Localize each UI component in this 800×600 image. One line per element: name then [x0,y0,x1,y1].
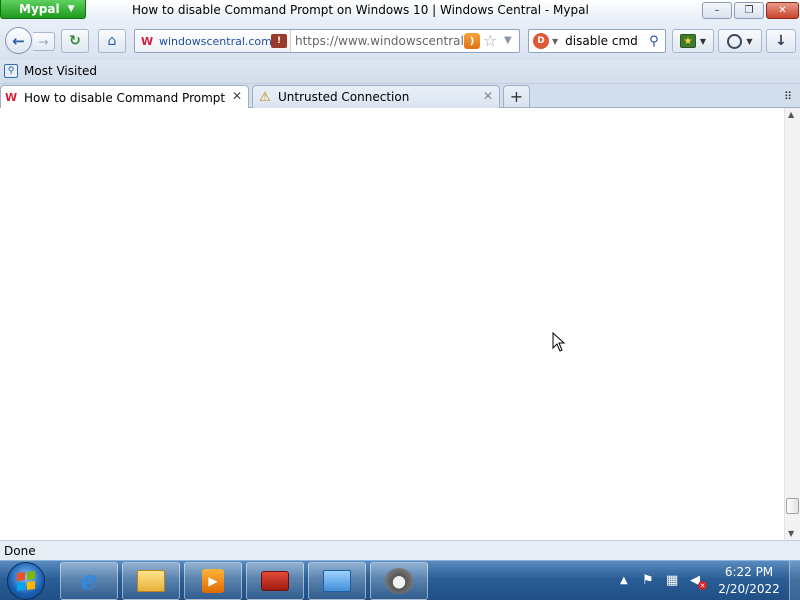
navigation-toolbar: ← → ↻ ⌂ W windowscentral.com ! ) ☆ ▼ D ▼… [0,22,800,60]
windows-logo-icon [17,571,35,591]
downloads-button[interactable]: ↓ [766,29,796,53]
most-visited-icon: ⚲ [4,64,18,78]
bookmarks-toolbar: ⚲ Most Visited [0,60,800,84]
chevron-down-icon: ▼ [746,36,753,46]
folder-icon [137,570,165,592]
site-identity-label: windowscentral.com [159,34,272,48]
search-bar[interactable]: D ▼ ⚲ [528,29,666,53]
arrow-right-icon: → [38,34,49,49]
most-visited-label: Most Visited [24,64,98,78]
close-icon[interactable]: ✕ [483,89,493,103]
action-center-flag-icon[interactable]: ⚑ [642,573,654,588]
toolbox-icon [261,571,289,591]
chevron-down-icon: ▼ [67,4,75,14]
vertical-scrollbar[interactable]: ▲ ▼ [784,108,800,540]
tab-untrusted-connection[interactable]: ⚠ Untrusted Connection ✕ [252,85,500,108]
status-bar: Done [0,540,800,560]
network-icon[interactable]: ▦ [666,573,678,588]
back-button[interactable]: ← [5,27,32,54]
windows-central-favicon-icon: W [5,91,18,104]
media-player-icon: ▶ [202,569,224,593]
download-arrow-icon: ↓ [775,33,787,49]
url-dropdown-icon[interactable]: ▼ [504,35,512,46]
status-text: Done [4,544,36,558]
search-icon[interactable]: ⚲ [649,34,659,49]
scroll-down-arrow-icon[interactable]: ▼ [788,529,794,538]
tab-label: How to disable Command Prompt o... [24,90,229,105]
tab-strip: W How to disable Command Prompt o... ✕ ⚠… [0,84,800,109]
bookmark-star-icon[interactable]: ☆ [483,31,497,50]
close-button[interactable]: ✕ [766,2,799,19]
list-all-tabs-button[interactable]: ⠿ [784,90,792,103]
show-desktop-button[interactable] [789,561,800,600]
app-menu-label: Mypal [19,2,60,16]
minimize-button[interactable]: – [702,2,732,19]
raccoon-icon [385,568,413,594]
taskbar-windows-explorer[interactable] [122,562,180,600]
start-button[interactable] [7,562,45,600]
taskbar: e ▶ ▲ ⚑ ▦ ◀ ✕ 6:22 PM 2/20/2022 [0,560,800,600]
control-panel-icon [323,570,351,592]
chevron-down-icon[interactable]: ▼ [552,37,558,46]
home-button[interactable]: ⌂ [98,29,126,53]
bookmarks-menu-button[interactable]: ★ ▼ [672,29,714,53]
site-favicon-icon: W [141,34,154,48]
forward-button[interactable]: → [33,32,55,51]
reload-button[interactable]: ↻ [61,29,89,53]
broken-lock-icon[interactable]: ! [271,34,287,48]
title-bar: Mypal ▼ How to disable Command Prompt on… [0,0,800,22]
tab-label: Untrusted Connection [278,90,410,104]
clock-time[interactable]: 6:22 PM [712,565,786,579]
home-icon: ⌂ [107,33,117,49]
mouse-cursor-icon [552,332,566,352]
bookmarks-star-icon: ★ [679,34,696,48]
reload-icon: ↻ [69,33,81,49]
warning-icon: ⚠ [259,89,271,105]
plus-icon: + [509,87,524,106]
maximize-button[interactable]: ❐ [734,2,764,19]
url-input[interactable] [295,30,463,52]
taskbar-toolbox[interactable] [246,562,304,600]
page-content[interactable] [0,108,784,540]
window-title: How to disable Command Prompt on Windows… [132,3,589,17]
muted-icon: ✕ [698,581,707,590]
site-identity-button[interactable]: W windowscentral.com [135,30,291,52]
arrow-left-icon: ← [12,31,25,50]
tab-windows-central[interactable]: W How to disable Command Prompt o... ✕ [0,85,249,109]
search-input[interactable] [565,31,648,51]
show-hidden-icons-button[interactable]: ▲ [620,575,628,586]
scrollbar-thumb[interactable] [786,498,799,514]
clock-date[interactable]: 2/20/2022 [712,582,786,596]
taskbar-media-player[interactable]: ▶ [184,562,242,600]
history-button[interactable]: ▼ [718,29,762,53]
chevron-down-icon: ▼ [699,36,707,46]
search-engine-icon[interactable]: D [533,33,549,49]
rss-feed-icon[interactable]: ) [464,33,480,49]
taskbar-raccoon-app[interactable] [370,562,428,600]
most-visited-folder[interactable]: ⚲ Most Visited [4,64,97,78]
taskbar-internet-explorer[interactable]: e [60,562,118,600]
scroll-up-arrow-icon[interactable]: ▲ [788,110,794,119]
new-tab-button[interactable]: + [503,85,530,107]
clock-icon [727,33,743,49]
taskbar-control-panel[interactable] [308,562,366,600]
url-bar[interactable]: W windowscentral.com ! ) ☆ ▼ [134,29,520,53]
internet-explorer-icon: e [80,566,98,596]
app-menu-button[interactable]: Mypal ▼ [0,0,86,19]
close-icon[interactable]: ✕ [232,89,242,103]
